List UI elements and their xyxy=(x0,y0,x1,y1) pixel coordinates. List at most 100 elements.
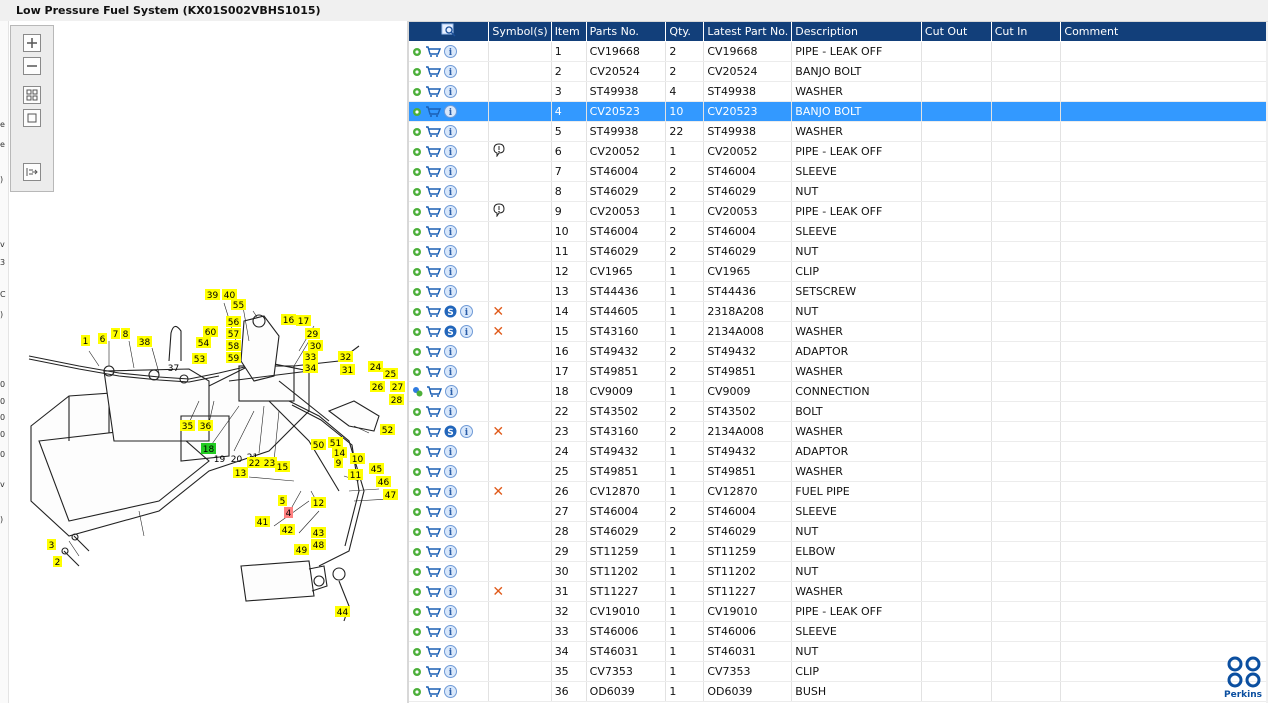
gear-icon[interactable] xyxy=(412,167,422,177)
table-row[interactable]: i 24 ST49432 1 ST49432 ADAPTOR xyxy=(409,441,1268,462)
callout-label-33[interactable]: 33 xyxy=(305,353,316,363)
table-row[interactable]: i ✕ 26 CV12870 1 CV12870 FUEL PIPE xyxy=(409,481,1268,502)
table-row[interactable]: Si ✕ 14 ST44605 1 2318A208 NUT xyxy=(409,301,1268,322)
info-icon[interactable]: i xyxy=(444,605,457,619)
gear-icon[interactable] xyxy=(412,147,422,157)
callout-label-12[interactable]: 12 xyxy=(313,499,324,509)
shopping-cart-icon[interactable] xyxy=(425,306,441,318)
gear-icon[interactable] xyxy=(412,407,422,417)
info-icon[interactable]: i xyxy=(444,265,457,279)
callout-label-34[interactable]: 34 xyxy=(305,364,317,374)
table-row[interactable]: i 25 ST49851 1 ST49851 WASHER xyxy=(409,461,1268,482)
info-icon[interactable]: i xyxy=(444,485,457,499)
shopping-cart-icon[interactable] xyxy=(425,606,441,618)
actual-size-button[interactable] xyxy=(23,109,41,127)
callout-label-57[interactable]: 57 xyxy=(228,330,239,340)
callout-label-41[interactable]: 41 xyxy=(257,518,268,528)
gear-icon[interactable] xyxy=(412,227,422,237)
callout-label-39[interactable]: 39 xyxy=(207,291,219,301)
table-row[interactable]: i 7 ST46004 2 ST46004 SLEEVE xyxy=(409,161,1268,182)
column-header-qty[interactable]: Qty. xyxy=(665,22,705,42)
info-icon[interactable]: i xyxy=(444,585,457,599)
info-icon[interactable]: i xyxy=(444,365,457,379)
shopping-cart-icon[interactable] xyxy=(425,466,441,478)
callout-label-4[interactable]: 4 xyxy=(286,509,292,519)
column-header-cut-in[interactable]: Cut In xyxy=(991,22,1062,42)
info-icon[interactable]: i xyxy=(444,405,457,419)
callout-label-42[interactable]: 42 xyxy=(282,526,293,536)
callout-label-7[interactable]: 7 xyxy=(113,330,119,340)
table-row[interactable]: i 30 ST11202 1 ST11202 NUT xyxy=(409,561,1268,582)
callout-label-18[interactable]: 18 xyxy=(203,445,215,455)
shopping-cart-icon[interactable] xyxy=(425,626,441,638)
column-header-latest-part-no[interactable]: Latest Part No. xyxy=(703,22,793,42)
table-row[interactable]: i 11 ST46029 2 ST46029 NUT xyxy=(409,241,1268,262)
callout-label-2[interactable]: 2 xyxy=(55,558,61,568)
info-icon[interactable]: i xyxy=(460,425,473,439)
info-icon[interactable]: i xyxy=(444,685,457,699)
table-row[interactable]: Si ✕ 15 ST43160 1 2134A008 WASHER xyxy=(409,321,1268,342)
table-row[interactable]: i 33 ST46006 1 ST46006 SLEEVE xyxy=(409,621,1268,642)
info-icon[interactable]: i xyxy=(444,465,457,479)
info-icon[interactable]: i xyxy=(444,505,457,519)
callout-label-5[interactable]: 5 xyxy=(280,497,286,507)
info-icon[interactable]: i xyxy=(444,245,457,259)
table-row[interactable]: i 5 ST49938 22 ST49938 WASHER xyxy=(409,121,1268,142)
table-row[interactable]: i 2 CV20524 2 CV20524 BANJO BOLT xyxy=(409,61,1268,82)
shopping-cart-icon[interactable] xyxy=(426,386,442,398)
info-icon[interactable]: i xyxy=(444,225,457,239)
callout-label-6[interactable]: 6 xyxy=(100,335,106,345)
shopping-cart-icon[interactable] xyxy=(425,166,441,178)
callout-label-36[interactable]: 36 xyxy=(200,422,212,432)
callout-label-8[interactable]: 8 xyxy=(123,330,129,340)
note-callout-icon[interactable] xyxy=(492,203,506,218)
note-callout-icon[interactable] xyxy=(492,143,506,158)
info-icon[interactable]: i xyxy=(444,185,457,199)
gear-icon[interactable] xyxy=(412,487,422,497)
shopping-cart-icon[interactable] xyxy=(425,486,441,498)
gear-icon[interactable] xyxy=(412,267,422,277)
callout-label-52[interactable]: 52 xyxy=(382,426,393,436)
shopping-cart-icon[interactable] xyxy=(425,646,441,658)
callout-label-3[interactable]: 3 xyxy=(49,541,55,551)
callout-label-60[interactable]: 60 xyxy=(205,328,217,338)
table-row[interactable]: i 22 ST43502 2 ST43502 BOLT xyxy=(409,401,1268,422)
gear-icon[interactable] xyxy=(412,187,422,197)
zoom-out-button[interactable] xyxy=(23,57,41,75)
callout-label-38[interactable]: 38 xyxy=(139,338,151,348)
table-row[interactable]: i 18 CV9009 1 CV9009 CONNECTION xyxy=(409,381,1268,402)
fit-all-button[interactable] xyxy=(23,86,41,104)
gear-icon[interactable] xyxy=(412,667,422,677)
shopping-cart-icon[interactable] xyxy=(425,46,441,58)
gear-icon[interactable] xyxy=(412,107,422,117)
exploded-diagram-pane[interactable]: 1234567891011121314151617181920212223242… xyxy=(9,21,407,703)
info-icon[interactable]: i xyxy=(444,45,457,59)
supersession-icon[interactable]: S xyxy=(444,425,457,438)
shopping-cart-icon[interactable] xyxy=(425,426,441,438)
table-row[interactable]: i 29 ST11259 1 ST11259 ELBOW xyxy=(409,541,1268,562)
info-icon[interactable]: i xyxy=(444,65,457,79)
gear-icon[interactable] xyxy=(412,467,422,477)
callout-label-24[interactable]: 24 xyxy=(370,363,382,373)
shopping-cart-icon[interactable] xyxy=(425,686,441,698)
gear-icon[interactable] xyxy=(412,427,422,437)
info-icon[interactable]: i xyxy=(444,105,457,119)
table-row[interactable]: i 8 ST46029 2 ST46029 NUT xyxy=(409,181,1268,202)
table-row[interactable]: i 3 ST49938 4 ST49938 WASHER xyxy=(409,81,1268,102)
zoom-in-button[interactable] xyxy=(23,34,41,52)
callout-label-48[interactable]: 48 xyxy=(313,541,325,551)
column-header-cut-out[interactable]: Cut Out xyxy=(921,22,992,42)
shopping-cart-icon[interactable] xyxy=(425,506,441,518)
table-row[interactable]: Si ✕ 23 ST43160 2 2134A008 WASHER xyxy=(409,421,1268,442)
callout-label-46[interactable]: 46 xyxy=(378,478,390,488)
gear-icon[interactable] xyxy=(412,87,422,97)
callout-label-17[interactable]: 17 xyxy=(298,317,309,327)
table-row[interactable]: i 9 CV20053 1 CV20053 PIPE - LEAK OFF xyxy=(409,201,1268,222)
callout-label-10[interactable]: 10 xyxy=(352,455,364,465)
callout-label-9[interactable]: 9 xyxy=(336,459,342,469)
supersession-icon[interactable]: S xyxy=(444,305,457,318)
table-row[interactable]: i 27 ST46004 2 ST46004 SLEEVE xyxy=(409,501,1268,522)
table-row[interactable]: i 13 ST44436 1 ST44436 SETSCREW xyxy=(409,281,1268,302)
callout-label-22[interactable]: 22 xyxy=(249,459,260,469)
callout-label-19[interactable]: 19 xyxy=(214,455,226,465)
